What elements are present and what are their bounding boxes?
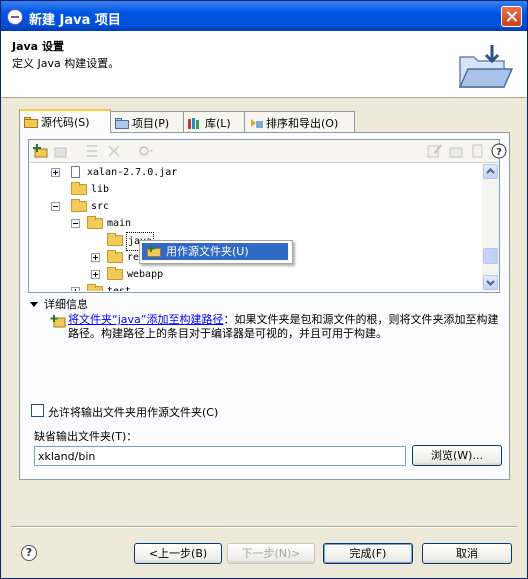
help-icon[interactable]: ? bbox=[21, 545, 37, 561]
context-menu: 用作源文件夹(U) bbox=[139, 240, 293, 264]
tab-order-export[interactable]: 排序和导出(O) bbox=[244, 111, 355, 133]
next-button[interactable]: 下一步(N)> bbox=[227, 543, 315, 564]
scroll-down-button[interactable] bbox=[483, 275, 498, 290]
allow-output-folders-label: 允许将输出文件夹用作源文件夹(C) bbox=[48, 406, 219, 419]
configure-dropdown-icon[interactable] bbox=[138, 143, 154, 159]
tree-item-label: test bbox=[107, 283, 131, 291]
window-title: 新建 Java 项目 bbox=[29, 13, 121, 28]
finish-button[interactable]: 完成(F) bbox=[323, 543, 413, 564]
tree-toolbar: ? bbox=[29, 140, 507, 163]
tree-vertical-scrollbar[interactable] bbox=[482, 164, 499, 291]
svg-text:?: ? bbox=[496, 147, 502, 158]
tab-order-export-label: 排序和导出(O) bbox=[266, 117, 339, 130]
dialog-window: 新建 Java 项目 Java 设置 定义 Java 构建设置。 源代码(S) … bbox=[0, 0, 528, 579]
jar-icon bbox=[71, 166, 80, 178]
expand-icon[interactable] bbox=[91, 270, 100, 279]
scroll-up-button[interactable] bbox=[483, 164, 498, 179]
page-title: Java 设置 bbox=[12, 40, 64, 53]
help-icon[interactable]: ? bbox=[491, 143, 507, 159]
link-source-icon[interactable] bbox=[52, 143, 68, 159]
source-tab-panel: ? xalan-2.7.0.jar lib src main webapp 详细… bbox=[19, 132, 510, 480]
tree-item-label: xalan-2.7.0.jar bbox=[87, 167, 178, 178]
collapse-icon[interactable] bbox=[51, 202, 60, 211]
back-button[interactable]: <上一步(B) bbox=[134, 543, 222, 564]
tab-libraries-label: 库(L) bbox=[205, 117, 231, 130]
edit-icon[interactable] bbox=[426, 143, 442, 159]
browse-button[interactable]: 浏览(W)... bbox=[412, 445, 502, 466]
title-bar[interactable]: 新建 Java 项目 bbox=[1, 1, 527, 31]
separator bbox=[11, 526, 517, 528]
folder-icon bbox=[107, 250, 123, 263]
expand-icon[interactable] bbox=[71, 287, 80, 291]
library-icon bbox=[188, 118, 199, 129]
add-to-build-path-icon bbox=[50, 315, 66, 328]
new-project-folder-icon bbox=[458, 45, 514, 88]
project-folder-icon bbox=[115, 118, 129, 129]
close-button[interactable] bbox=[501, 6, 522, 27]
use-as-source-folder-menu-item[interactable]: 用作源文件夹(U) bbox=[142, 243, 288, 260]
folder-icon bbox=[87, 284, 103, 291]
chevron-up-icon bbox=[486, 168, 495, 174]
folder-icon bbox=[71, 182, 87, 195]
scroll-thumb[interactable] bbox=[483, 248, 498, 264]
expand-icon[interactable] bbox=[51, 168, 60, 177]
details-text: 将文件夹“java”添加至构建路径：如果文件夹是包和源文件的根，则将文件夹添加至… bbox=[68, 313, 504, 341]
page-description: 定义 Java 构建设置。 bbox=[12, 57, 120, 70]
collapse-icon[interactable] bbox=[71, 219, 80, 228]
tab-projects-label: 项目(P) bbox=[132, 117, 170, 130]
default-output-folder-input[interactable] bbox=[34, 446, 406, 466]
default-output-folder-label: 缺省输出文件夹(T)： bbox=[34, 430, 138, 443]
menu-item-label: 用作源文件夹(U) bbox=[166, 245, 249, 258]
new-folder-icon[interactable] bbox=[448, 143, 464, 159]
source-tree-container: ? xalan-2.7.0.jar lib src main webapp bbox=[28, 139, 507, 293]
exclude-icon[interactable] bbox=[106, 143, 122, 159]
details-toggle[interactable]: 详细信息 bbox=[30, 296, 88, 312]
source-tree[interactable]: xalan-2.7.0.jar lib src main webapp bbox=[29, 164, 479, 291]
tree-item-label: main bbox=[107, 218, 132, 229]
allow-output-folders-checkbox[interactable] bbox=[31, 404, 44, 417]
folder-icon bbox=[107, 267, 123, 280]
wizard-header: Java 设置 定义 Java 构建设置。 bbox=[1, 31, 527, 98]
source-folder-icon bbox=[24, 117, 38, 128]
tree-item-label: src bbox=[91, 201, 110, 212]
tab-projects[interactable]: 项目(P) bbox=[110, 111, 184, 133]
add-to-build-path-link[interactable]: 将文件夹“java”添加至构建路径 bbox=[68, 313, 223, 326]
source-folder-icon bbox=[147, 245, 161, 257]
remove-icon[interactable] bbox=[470, 143, 486, 159]
eclipse-icon bbox=[7, 9, 23, 25]
tab-libraries[interactable]: 库(L) bbox=[183, 111, 245, 133]
folder-icon bbox=[107, 233, 123, 246]
cancel-button[interactable]: 取消 bbox=[422, 543, 512, 564]
folder-icon bbox=[87, 216, 103, 229]
chevron-down-icon bbox=[486, 280, 495, 286]
add-source-folder-icon[interactable] bbox=[32, 143, 48, 159]
folder-icon bbox=[71, 199, 87, 212]
tab-source[interactable]: 源代码(S) bbox=[19, 109, 111, 133]
expand-icon[interactable] bbox=[91, 253, 100, 262]
tab-source-label: 源代码(S) bbox=[41, 116, 90, 129]
tree-item-label: lib bbox=[91, 184, 110, 195]
wizard-content: 源代码(S) 项目(P) 库(L) 排序和导出(O) ? xalan-2.7.0… bbox=[16, 109, 513, 481]
include-icon[interactable] bbox=[84, 143, 100, 159]
tree-item-label: webapp bbox=[127, 269, 164, 280]
order-export-icon bbox=[251, 119, 263, 128]
